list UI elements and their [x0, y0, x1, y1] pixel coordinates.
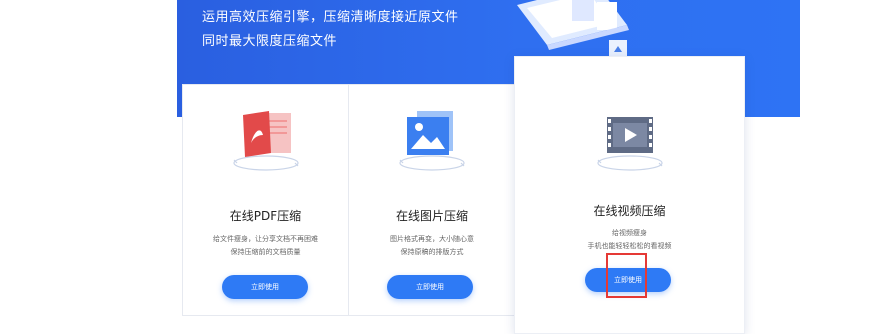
- card-title: 在线PDF压缩: [229, 209, 302, 223]
- card-desc-1: 图片格式再变，大小随心意: [390, 235, 474, 243]
- image-compress-card: 在线图片压缩 图片格式再变，大小随心意 保持原稿的排版方式 立即使用: [348, 84, 516, 316]
- pdf-file-icon: [233, 111, 299, 171]
- use-now-button[interactable]: 立即使用: [222, 275, 308, 299]
- image-file-icon: [399, 111, 465, 171]
- card-desc-1: 给文件瘦身，让分享文档不再困难: [213, 235, 318, 243]
- card-desc-2: 保持压缩前的文档质量: [230, 248, 301, 256]
- card-desc-2: 保持原稿的排版方式: [400, 248, 464, 256]
- card-desc-2: 手机也能轻轻松松的看视频: [587, 242, 672, 250]
- card-title: 在线视频压缩: [593, 204, 666, 218]
- highlight-box: [606, 253, 647, 298]
- banner-line-1: 运用高效压缩引擎，压缩清晰度接近原文件: [202, 10, 459, 25]
- banner-line-2: 同时最大限度压缩文件: [202, 34, 338, 49]
- use-now-button[interactable]: 立即使用: [387, 275, 473, 299]
- video-file-icon: [597, 117, 663, 171]
- card-desc-1: 给视频瘦身: [612, 229, 647, 237]
- pdf-compress-card: 在线PDF压缩 给文件瘦身，让分享文档不再困难 保持压缩前的文档质量 立即使用: [182, 84, 349, 316]
- card-title: 在线图片压缩: [395, 209, 468, 223]
